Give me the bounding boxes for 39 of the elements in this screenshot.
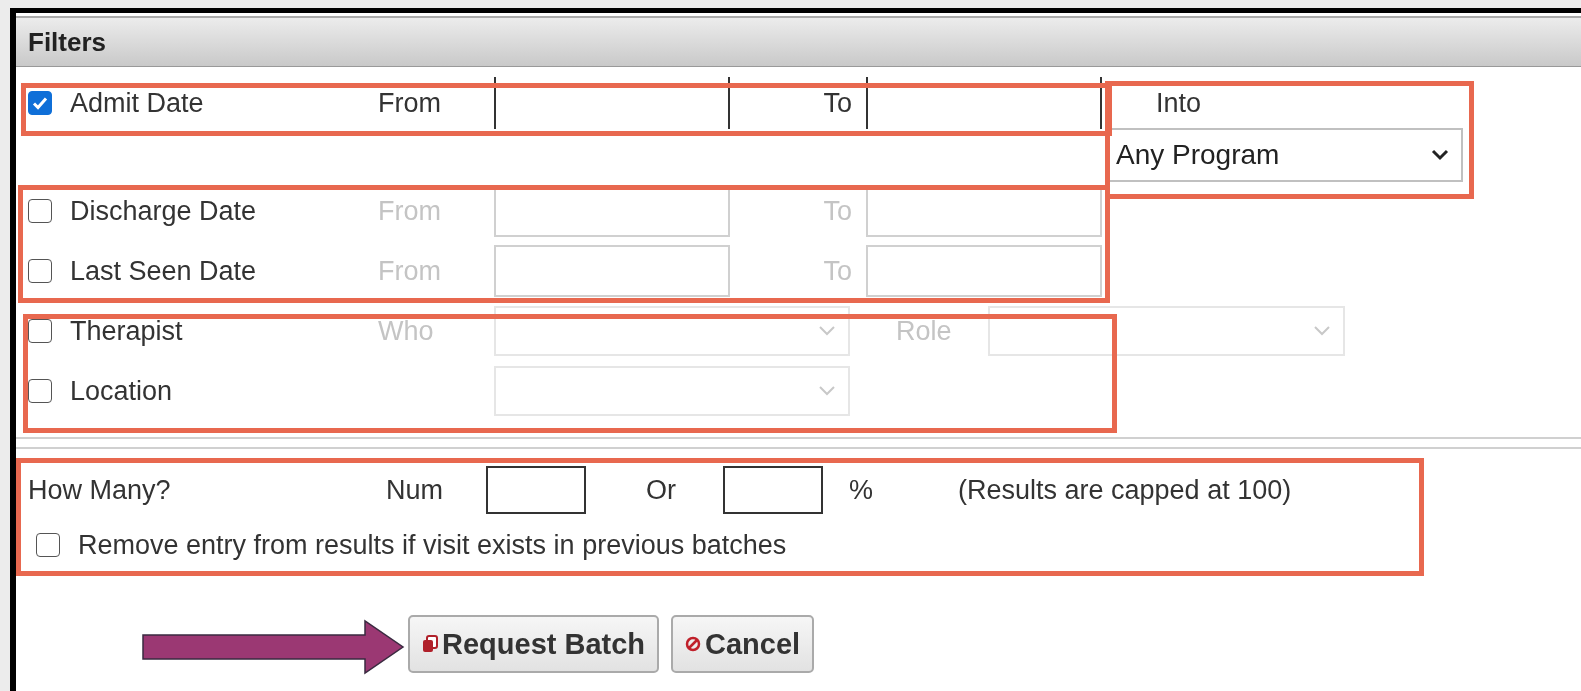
field-label: To [822, 255, 853, 287]
checkbox-label: Admit Date [70, 87, 204, 119]
checkbox-label: Therapist [70, 315, 183, 347]
checkbox-label: Discharge Date [70, 195, 257, 227]
request-button[interactable]: Request Batch [408, 615, 660, 673]
field-label: Num [386, 474, 444, 506]
document-icon [422, 635, 438, 653]
checkbox-label: Last Seen Date [70, 255, 257, 287]
panel-title: Filters [28, 26, 107, 58]
checkbox[interactable] [28, 91, 52, 115]
chevron-down-icon [1431, 149, 1449, 161]
chevron-down-icon [818, 325, 836, 337]
chevron-down-icon [818, 385, 836, 397]
cancel-button[interactable]: Cancel [671, 615, 815, 673]
field-label: % [848, 474, 874, 506]
field-label: Or [645, 474, 677, 506]
field-label: From [378, 195, 442, 227]
checkbox[interactable] [28, 259, 52, 283]
dropdown[interactable]: Any Program [1108, 128, 1463, 182]
field-label: To [822, 87, 853, 119]
field-label: From [378, 87, 442, 119]
field-label: How Many? [28, 474, 172, 506]
checkbox[interactable] [28, 379, 52, 403]
checkbox[interactable] [36, 533, 60, 557]
field-label: Who [378, 315, 435, 347]
field-label: To [822, 195, 853, 227]
field-label: Role [895, 315, 953, 347]
dropdown[interactable] [988, 306, 1345, 356]
field-label: From [378, 255, 442, 287]
checkbox[interactable] [28, 319, 52, 343]
number-field[interactable] [486, 466, 586, 514]
checkbox-label: Location [70, 375, 173, 407]
chevron-down-icon [1313, 325, 1331, 337]
percent-field[interactable] [723, 466, 823, 514]
cancel-icon [685, 636, 702, 652]
checkbox[interactable] [28, 199, 52, 223]
field-label: Into [1155, 87, 1203, 119]
checkbox-label: Remove entry from results if visit exists in previous batches [78, 529, 787, 561]
note-text: (Results are capped at 100) [958, 474, 1292, 506]
